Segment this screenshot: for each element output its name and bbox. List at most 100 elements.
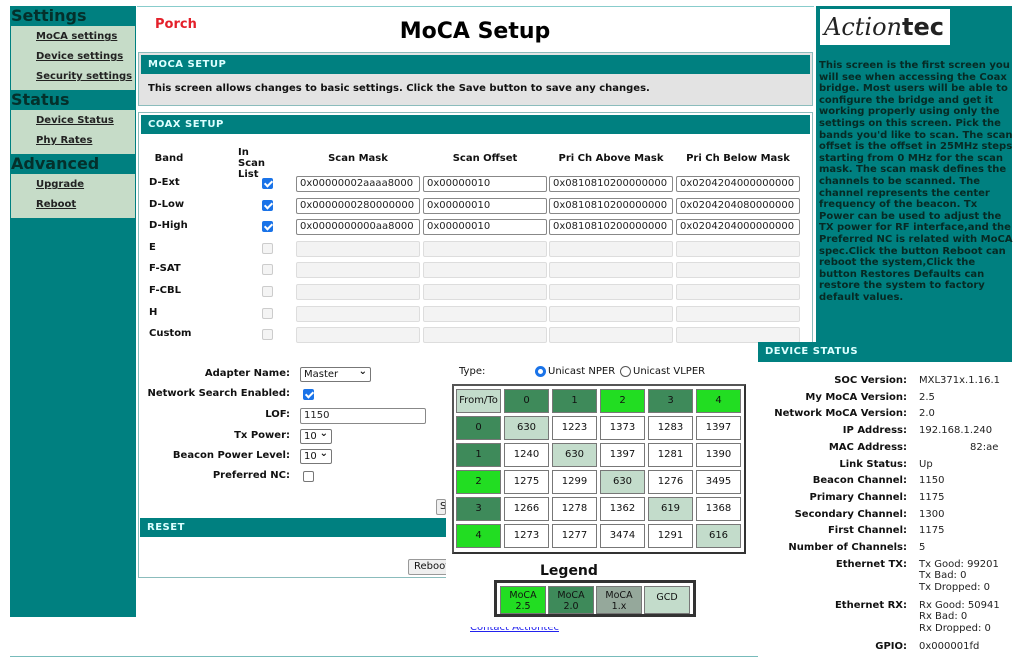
phy-rate-cell: 1275 bbox=[504, 470, 549, 494]
in-scan-list-checkbox[interactable] bbox=[262, 329, 273, 341]
legend-item: GCD bbox=[644, 586, 690, 614]
in-scan-list-checkbox[interactable] bbox=[262, 178, 273, 189]
device-status-value: Tx Dropped: 0 bbox=[919, 581, 991, 593]
row-node-header: 3 bbox=[456, 497, 501, 521]
in-scan-list-checkbox[interactable] bbox=[262, 199, 273, 211]
column-node-header: 2 bbox=[600, 389, 645, 413]
page-title: MoCA Setup bbox=[399, 19, 551, 44]
below-input[interactable] bbox=[676, 327, 800, 344]
sidebar-heading: Status bbox=[11, 90, 70, 109]
scan-offset-input[interactable] bbox=[423, 262, 547, 279]
device-status-value: 192.168.1.240 bbox=[919, 425, 993, 437]
legend-item: MoCA 1.x bbox=[596, 586, 642, 614]
sidebar-item-reboot[interactable]: Reboot bbox=[11, 196, 135, 216]
scan-mask-input[interactable] bbox=[296, 262, 420, 279]
scan-mask-input[interactable] bbox=[296, 284, 420, 300]
reboot-button[interactable]: Reboot bbox=[408, 559, 448, 575]
scan-mask-input[interactable]: 0x00000002aaaa8000 bbox=[296, 176, 420, 192]
device-status-label: My MoCA Version: bbox=[805, 391, 907, 403]
sidebar-item-phy-rates[interactable]: Phy Rates bbox=[11, 132, 135, 152]
scan-mask-input[interactable] bbox=[296, 305, 420, 322]
above-input[interactable] bbox=[549, 305, 673, 322]
below-input[interactable]: 0x0204204000000000 bbox=[676, 219, 800, 236]
phy-rate-cell: 1273 bbox=[504, 524, 549, 548]
phy-rate-cell: 1397 bbox=[600, 443, 645, 467]
coax-setup-heading: COAX SETUP bbox=[141, 115, 810, 134]
legend-line1: MoCA bbox=[605, 590, 633, 601]
phy-rate-cell: 1368 bbox=[696, 497, 741, 521]
above-input[interactable] bbox=[549, 240, 673, 257]
phy-rate-cell: 616 bbox=[696, 524, 741, 548]
scan-offset-input[interactable]: 0x00000010 bbox=[423, 197, 547, 214]
below-input[interactable] bbox=[676, 284, 800, 300]
beacon-power-select[interactable]: 10 bbox=[300, 447, 332, 464]
scan-offset-input[interactable]: 0x00000010 bbox=[423, 219, 547, 236]
network-search-label: Network Search Enabled: bbox=[147, 388, 290, 399]
phy-rate-cell: 1266 bbox=[504, 497, 549, 521]
save-button[interactable]: Save bbox=[436, 499, 446, 515]
sidebar-item-moca-settings[interactable]: MoCA settings bbox=[11, 28, 135, 48]
legend-line2: 2.0 bbox=[563, 601, 579, 612]
below-input[interactable] bbox=[676, 305, 800, 322]
above-input[interactable] bbox=[549, 262, 673, 279]
above-input[interactable]: 0x0810810200000000 bbox=[549, 197, 673, 214]
in-scan-list-checkbox[interactable] bbox=[262, 221, 273, 233]
scan-mask-input[interactable] bbox=[296, 327, 420, 344]
type-radio-unicast-vlper[interactable] bbox=[620, 366, 631, 377]
device-status-value: Tx Good: 99201 bbox=[919, 558, 999, 570]
scan-offset-input[interactable] bbox=[423, 284, 547, 300]
above-input[interactable]: 0x0810810200000000 bbox=[549, 219, 673, 236]
column-node-header: 1 bbox=[552, 389, 597, 413]
tx-power-select[interactable]: 10 bbox=[300, 427, 332, 444]
adapter-name-select[interactable]: Master bbox=[300, 365, 371, 382]
above-input[interactable] bbox=[549, 327, 673, 344]
beacon-power-label: Beacon Power Level: bbox=[172, 450, 290, 461]
scan-mask-input[interactable]: 0x0000000280000000 bbox=[296, 197, 420, 214]
row-node-header: 1 bbox=[456, 443, 501, 467]
preferred-nc-checkbox[interactable] bbox=[303, 471, 314, 482]
column-header: Band bbox=[154, 153, 184, 164]
legend-line1: GCD bbox=[656, 592, 678, 603]
type-option-label: Unicast NPER bbox=[548, 366, 616, 377]
sidebar-item-upgrade[interactable]: Upgrade bbox=[11, 176, 135, 196]
scan-offset-input[interactable]: 0x00000010 bbox=[423, 176, 547, 192]
sidebar-heading: Advanced bbox=[11, 154, 100, 173]
device-status-value: MXL371x.1.16.1 bbox=[919, 375, 1001, 386]
in-scan-list-checkbox[interactable] bbox=[262, 307, 273, 319]
phy-rate-cell: 1362 bbox=[600, 497, 645, 521]
sidebar-item-device-settings[interactable]: Device settings bbox=[11, 48, 135, 68]
above-input[interactable] bbox=[549, 284, 673, 300]
lof-input[interactable]: 1150 bbox=[300, 408, 426, 424]
sidebar-item-device-status[interactable]: Device Status bbox=[11, 112, 135, 132]
scan-mask-input[interactable]: 0x0000000000aa8000 bbox=[296, 219, 420, 236]
in-scan-list-checkbox[interactable] bbox=[262, 264, 273, 276]
network-search-checkbox[interactable] bbox=[303, 389, 314, 400]
band-label: Custom bbox=[149, 328, 192, 340]
phy-rate-cell: 1278 bbox=[552, 497, 597, 521]
in-scan-list-checkbox[interactable] bbox=[262, 286, 273, 297]
device-status-label: SOC Version: bbox=[834, 375, 907, 386]
device-status-label: Link Status: bbox=[839, 458, 907, 470]
row-node-header: 0 bbox=[456, 416, 501, 440]
column-node-header: 0 bbox=[504, 389, 549, 413]
preferred-nc-label: Preferred NC: bbox=[212, 470, 290, 481]
column-node-header: 4 bbox=[696, 389, 741, 413]
below-input[interactable] bbox=[676, 262, 800, 279]
legend-line2: 1.x bbox=[611, 601, 627, 612]
band-label: E bbox=[149, 241, 156, 253]
in-scan-list-checkbox[interactable] bbox=[262, 242, 273, 254]
type-radio-unicast-nper[interactable] bbox=[535, 366, 546, 377]
below-input[interactable] bbox=[676, 240, 800, 257]
device-status-value: Tx Bad: 0 bbox=[919, 570, 967, 582]
scan-offset-input[interactable] bbox=[423, 240, 547, 257]
scan-offset-input[interactable] bbox=[423, 305, 547, 322]
above-input[interactable]: 0x0810810200000000 bbox=[549, 176, 673, 192]
scan-offset-input[interactable] bbox=[423, 327, 547, 344]
below-input[interactable]: 0x0204204080000000 bbox=[676, 197, 800, 214]
scan-mask-input[interactable] bbox=[296, 240, 420, 257]
sidebar-heading: Settings bbox=[11, 6, 87, 25]
device-status-value: Rx Bad: 0 bbox=[919, 611, 968, 623]
sidebar-item-security-settings[interactable]: Security settings bbox=[11, 68, 135, 88]
phy-rate-cell: 1291 bbox=[648, 524, 693, 548]
below-input[interactable]: 0x0204204000000000 bbox=[676, 176, 800, 192]
